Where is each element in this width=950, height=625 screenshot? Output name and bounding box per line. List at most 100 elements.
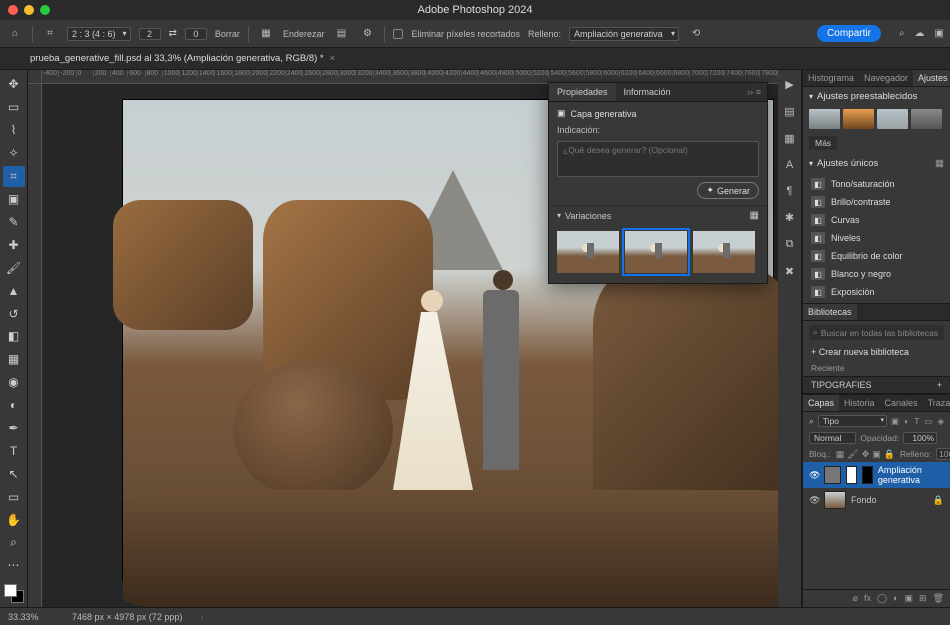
frame-tool[interactable]: ▣ — [3, 189, 25, 210]
add-icon[interactable]: + — [937, 380, 942, 390]
variations-header[interactable]: ▾ Variaciones ▦ — [549, 205, 767, 225]
preset-thumb[interactable] — [877, 109, 908, 129]
tab-navigator[interactable]: Navegador — [859, 70, 913, 86]
magic-wand-tool[interactable]: ✧ — [3, 143, 25, 164]
filter-type-icon[interactable]: T — [914, 416, 919, 427]
adjustment-item[interactable]: ◧Tono/saturación — [803, 175, 950, 193]
filter-shape-icon[interactable]: ▭ — [924, 416, 932, 427]
chevron-right-icon[interactable]: › — [200, 612, 203, 622]
eyedropper-tool[interactable]: ✎ — [3, 211, 25, 232]
ratio-select[interactable]: 2 : 3 (4 : 6) — [67, 27, 131, 41]
preset-thumb[interactable] — [809, 109, 840, 129]
filter-pixel-icon[interactable]: ▣ — [891, 416, 899, 427]
layer-item[interactable]: 👁 Ampliación generativa — [803, 462, 950, 488]
lock-artboard-icon[interactable]: ▣ — [872, 449, 881, 460]
swatches-panel-icon[interactable]: ▦ — [784, 132, 794, 145]
adjustment-item[interactable]: ◧Equilibrio de color — [803, 247, 950, 265]
clear-button[interactable]: Borrar — [215, 29, 240, 39]
straighten-icon[interactable]: ▦ — [257, 25, 275, 43]
brush-tool[interactable]: 🖌 — [3, 257, 25, 278]
mask-thumb[interactable] — [846, 466, 857, 484]
layer-thumb[interactable] — [824, 491, 846, 509]
height-input[interactable]: 0 — [185, 28, 207, 40]
properties-panel[interactable]: Propiedades Información ›› ≡ ▣ Capa gene… — [548, 82, 768, 284]
doc-tab[interactable]: prueba_generative_fill.psd al 33,3% (Amp… — [30, 53, 335, 64]
prompt-input[interactable]: ¿Qué desea generar? (Opcional) — [557, 141, 759, 177]
variation-thumb[interactable] — [625, 231, 687, 273]
zoom-tool[interactable]: ⌕ — [3, 532, 25, 553]
tab-trazados[interactable]: Trazados — [923, 395, 950, 411]
layer-item[interactable]: 👁 Fondo 🔒 — [803, 488, 950, 512]
adjustment-item[interactable]: ◧Brillo/contraste — [803, 193, 950, 211]
search-icon[interactable]: ⌕ — [899, 28, 905, 39]
adjustment-item[interactable]: ◧Exposición — [803, 283, 950, 301]
tab-adjustments[interactable]: Ajustes — [913, 70, 950, 86]
view-grid-icon[interactable]: ▦ — [935, 158, 944, 169]
tab-capas[interactable]: Capas — [803, 395, 839, 411]
fill-select[interactable]: Ampliación generativa — [569, 27, 679, 41]
tab-properties[interactable]: Propiedades — [549, 83, 616, 101]
visibility-icon[interactable]: 👁 — [809, 470, 819, 481]
tab-canales[interactable]: Canales — [880, 395, 923, 411]
layer-thumb[interactable] — [824, 466, 841, 484]
fill-value[interactable]: 100% — [936, 448, 950, 460]
blend-mode-select[interactable]: Normal — [809, 432, 856, 444]
maximize-icon[interactable] — [40, 5, 50, 15]
crop-icon[interactable]: ⌗ — [41, 25, 59, 43]
opacity-value[interactable]: 100% — [903, 432, 937, 444]
generate-button[interactable]: ✦ Generar — [697, 182, 759, 199]
add-mask-icon[interactable]: ◯ — [877, 593, 887, 604]
visibility-icon[interactable]: 👁 — [809, 495, 819, 506]
crop-tool[interactable]: ⌗ — [3, 166, 25, 187]
minimize-icon[interactable] — [24, 5, 34, 15]
reset-icon[interactable]: ⟲ — [687, 25, 705, 43]
close-tab-icon[interactable]: × — [330, 53, 336, 64]
variation-thumb[interactable] — [693, 231, 755, 273]
canvas-area[interactable]: -400-20002004006008001000120014001600180… — [28, 70, 778, 607]
clone-panel-icon[interactable]: ⧉ — [786, 238, 794, 251]
color-swatches[interactable] — [4, 584, 24, 603]
filter-type-select[interactable]: Tipo — [818, 415, 887, 427]
preset-thumb[interactable] — [911, 109, 942, 129]
new-adjustment-icon[interactable]: ◐ — [893, 593, 898, 604]
tab-libraries[interactable]: Bibliotecas — [803, 304, 857, 320]
new-layer-icon[interactable]: ⊞ — [919, 593, 927, 604]
close-icon[interactable] — [8, 5, 18, 15]
edit-toolbar[interactable]: ⋯ — [3, 555, 25, 576]
mask-thumb[interactable] — [862, 466, 873, 484]
marquee-tool[interactable]: ▭ — [3, 97, 25, 118]
adj-presets-header[interactable]: ▾ Ajustes preestablecidos — [803, 87, 950, 106]
new-group-icon[interactable]: ▣ — [905, 593, 914, 604]
home-icon[interactable]: ⌂ — [6, 25, 24, 43]
adjustment-item[interactable]: ◧Niveles — [803, 229, 950, 247]
brushes-panel-icon[interactable]: ✱ — [785, 211, 794, 224]
character-panel-icon[interactable]: A — [786, 159, 793, 171]
adjustment-item[interactable]: ◧Curvas — [803, 211, 950, 229]
actions-panel-icon[interactable]: ✖ — [785, 265, 794, 278]
hand-tool[interactable]: ✋ — [3, 509, 25, 530]
tab-historia[interactable]: Historia — [839, 395, 880, 411]
swap-icon[interactable]: ⇄ — [169, 28, 177, 39]
pen-tool[interactable]: ✒ — [3, 418, 25, 439]
path-select-tool[interactable]: ↖ — [3, 463, 25, 484]
lock-all-icon[interactable]: 🔒 — [884, 449, 895, 460]
foreground-color-swatch[interactable] — [4, 584, 17, 597]
tab-info[interactable]: Información — [616, 83, 679, 101]
lock-position-icon[interactable]: ✥ — [862, 449, 870, 460]
preset-thumb[interactable] — [843, 109, 874, 129]
variation-thumb[interactable] — [557, 231, 619, 273]
gradient-tool[interactable]: ▦ — [3, 349, 25, 370]
lock-pixels-icon[interactable]: 🖌 — [847, 449, 858, 460]
healing-brush-tool[interactable]: ✚ — [3, 234, 25, 255]
lasso-tool[interactable]: ⌇ — [3, 120, 25, 141]
filter-adjust-icon[interactable]: ◐ — [904, 416, 909, 427]
grid-overlay-icon[interactable]: ▤ — [332, 25, 350, 43]
share-button[interactable]: Compartir — [817, 25, 881, 42]
clone-stamp-tool[interactable]: ▲ — [3, 280, 25, 301]
type-tool[interactable]: T — [3, 441, 25, 462]
blur-tool[interactable]: ◉ — [3, 372, 25, 393]
filter-kind-icon[interactable]: ⌕ — [809, 416, 814, 427]
delete-cropped-checkbox[interactable] — [393, 29, 403, 39]
delete-layer-icon[interactable]: 🗑 — [933, 593, 944, 604]
library-search[interactable]: ⌕ Buscar en todas las bibliotecas — [809, 325, 944, 340]
